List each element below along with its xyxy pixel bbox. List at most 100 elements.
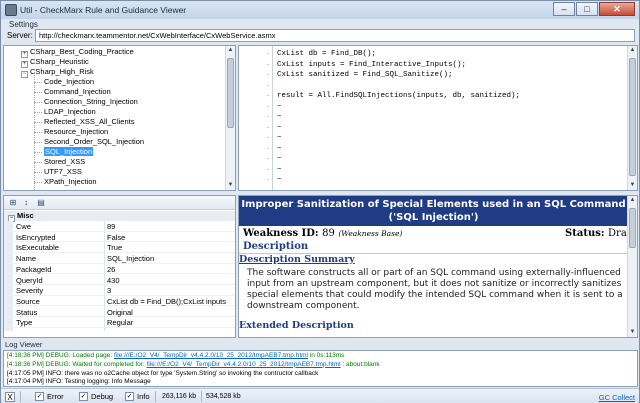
tree-scrollbar[interactable]: ▲ ▼: [225, 46, 235, 190]
tree-folder[interactable]: − CSharp_High_Risk: [21, 67, 94, 78]
property-pages-icon[interactable]: ▤: [36, 198, 46, 208]
property-row[interactable]: Cwe 89: [4, 222, 235, 232]
scroll-up-icon[interactable]: ▲: [226, 46, 235, 55]
clear-log-button[interactable]: X: [5, 392, 15, 402]
code-line[interactable]: ~: [277, 176, 282, 184]
scroll-up-icon[interactable]: ▲: [628, 196, 637, 205]
tree-scroll-thumb[interactable]: [227, 58, 234, 128]
server-input[interactable]: http://checkmarx.teammentor.net/CxWebInt…: [35, 29, 635, 42]
tree-item[interactable]: Resource_Injection: [44, 127, 108, 137]
summary-heading[interactable]: Description Summary: [239, 254, 355, 265]
tree-connector: [34, 132, 42, 133]
property-category[interactable]: − Misc: [4, 211, 235, 222]
property-row[interactable]: Severity 3: [4, 286, 235, 296]
debug-label: Debug: [91, 392, 114, 401]
scroll-down-icon[interactable]: ▼: [628, 181, 637, 190]
code-scrollbar[interactable]: ▲ ▼: [627, 46, 637, 190]
property-row[interactable]: QueryId 430: [4, 276, 235, 286]
property-name: Name: [16, 254, 37, 264]
tree-item[interactable]: UTF7_XSS: [44, 167, 82, 177]
tree-connector: [34, 172, 42, 173]
window-title: Util - CheckMarx Rule and Guidance Viewe…: [20, 5, 187, 15]
app-window: Util - CheckMarx Rule and Guidance Viewe…: [0, 0, 640, 403]
property-value[interactable]: CxList db = Find_DB();CxList inputs: [107, 297, 235, 307]
code-line[interactable]: ~: [277, 134, 282, 142]
property-row[interactable]: Name SQL_Injection: [4, 254, 235, 264]
property-value[interactable]: 3: [107, 286, 235, 296]
property-name: Source: [16, 296, 40, 306]
log-viewer[interactable]: [4:18:36 PM] DEBUG: Loaded page: file://…: [3, 350, 638, 387]
tree-item[interactable]: Second_Order_SQL_Injection: [44, 137, 144, 147]
code-line[interactable]: CxList sanitized = Find_SQL_Sanitize();: [277, 71, 453, 79]
property-name: Cwe: [16, 222, 32, 231]
log-message: [4:17:04 PM] INFO: Testing logging: Info…: [7, 378, 151, 386]
checkbox-check-icon[interactable]: ✓: [79, 392, 88, 401]
property-value[interactable]: Original: [107, 308, 235, 318]
property-name: Type: [16, 318, 33, 328]
property-value[interactable]: False: [107, 233, 235, 243]
code-line[interactable]: CxList inputs = Find_Interactive_Inputs(…: [277, 61, 466, 69]
code-line[interactable]: ~: [277, 103, 282, 111]
collapse-icon[interactable]: −: [21, 71, 28, 78]
checkbox-check-icon[interactable]: ✓: [35, 392, 44, 401]
tree-item[interactable]: Command_Injection: [44, 87, 111, 97]
tree-item[interactable]: Reflected_XSS_All_Clients: [44, 117, 134, 127]
info-checkbox[interactable]: ✓ Info: [125, 392, 150, 401]
categorized-icon[interactable]: ⊞: [8, 198, 18, 208]
tree-item[interactable]: Connection_String_Injection: [44, 97, 138, 107]
tree-item[interactable]: Code_Injection: [44, 77, 94, 87]
weakness-status: Status: Draft: [565, 228, 635, 239]
checkbox-check-icon[interactable]: ✓: [125, 392, 134, 401]
log-link[interactable]: file:///E:/O2_V4/_TempDir_v4.4.2.0/10_25…: [114, 352, 308, 359]
tree-item[interactable]: Stored_XSS: [44, 157, 85, 167]
window-controls: – □ ✕: [552, 2, 635, 16]
property-name: IsExecutable: [16, 243, 59, 253]
guidance-scrollbar[interactable]: ▲ ▼: [627, 196, 637, 337]
tree-item[interactable]: SQL_Injection: [44, 147, 94, 157]
property-value[interactable]: True: [107, 243, 235, 253]
minimize-button[interactable]: –: [553, 2, 575, 16]
status-separator: [201, 391, 202, 402]
code-line[interactable]: ~: [277, 166, 282, 174]
maximize-button[interactable]: □: [576, 2, 598, 16]
code-line[interactable]: ~: [277, 113, 282, 121]
code-editor[interactable]: ▲ ▼ 1-CxList db = Find_DB();2-CxList inp…: [238, 45, 638, 191]
scroll-up-icon[interactable]: ▲: [628, 46, 637, 55]
property-value[interactable]: 430: [107, 276, 235, 286]
extended-description-heading[interactable]: Extended Description: [239, 320, 354, 331]
code-line[interactable]: ~: [277, 155, 282, 163]
code-scroll-thumb[interactable]: [629, 58, 636, 176]
property-value[interactable]: Regular: [107, 318, 235, 328]
property-row[interactable]: Status Original: [4, 308, 235, 318]
debug-checkbox[interactable]: ✓ Debug: [79, 392, 113, 401]
tree-item[interactable]: XPath_Injection: [44, 177, 97, 187]
code-line[interactable]: CxList db = Find_DB();: [277, 50, 376, 58]
scroll-down-icon[interactable]: ▼: [226, 181, 235, 190]
gc-collect-link[interactable]: GC Collect: [599, 393, 635, 402]
property-value[interactable]: SQL_Injection: [107, 254, 235, 264]
property-row[interactable]: IsEncrypted False: [4, 233, 235, 243]
guidance-scroll-thumb[interactable]: [629, 208, 636, 248]
rules-tree[interactable]: ▲ ▼ + CSharp_Best_Coding_Practice + CSharp_…: [3, 45, 236, 191]
code-line[interactable]: ~: [277, 124, 282, 132]
alphabetical-icon[interactable]: ↕: [21, 198, 31, 208]
tree-folder[interactable]: + CSharp_Heuristic: [21, 57, 89, 68]
property-row[interactable]: IsExecutable True: [4, 243, 235, 253]
log-link[interactable]: file:///E:/O2_V4/_TempDir_v4.4.2.0/10_25…: [147, 361, 341, 368]
property-value[interactable]: 26: [107, 265, 235, 275]
error-checkbox[interactable]: ✓ Error: [35, 392, 64, 401]
code-line[interactable]: ~: [277, 145, 282, 153]
weakness-id: Weakness ID: 89 (Weakness Base): [243, 228, 402, 239]
close-button[interactable]: ✕: [599, 2, 635, 16]
property-row[interactable]: Source CxList db = Find_DB();CxList input…: [4, 297, 235, 307]
tree-item-label: LDAP_Injection: [44, 107, 96, 116]
code-line[interactable]: result = All.FindSQLInjections(inputs, d…: [277, 92, 520, 100]
property-value[interactable]: 89: [107, 222, 235, 232]
scroll-down-icon[interactable]: ▼: [628, 328, 637, 337]
tree-item[interactable]: LDAP_Injection: [44, 107, 96, 117]
property-row[interactable]: PackageId 26: [4, 265, 235, 275]
guidance-view[interactable]: Improper Sanitization of Special Element…: [238, 195, 638, 338]
tree-folder[interactable]: + CSharp_Best_Coding_Practice: [21, 47, 134, 58]
property-row[interactable]: Type Regular: [4, 318, 235, 328]
property-grid[interactable]: ⊞ ↕ ▤ − Misc Cwe 89 IsEncrypted False IsExecu…: [3, 195, 236, 338]
